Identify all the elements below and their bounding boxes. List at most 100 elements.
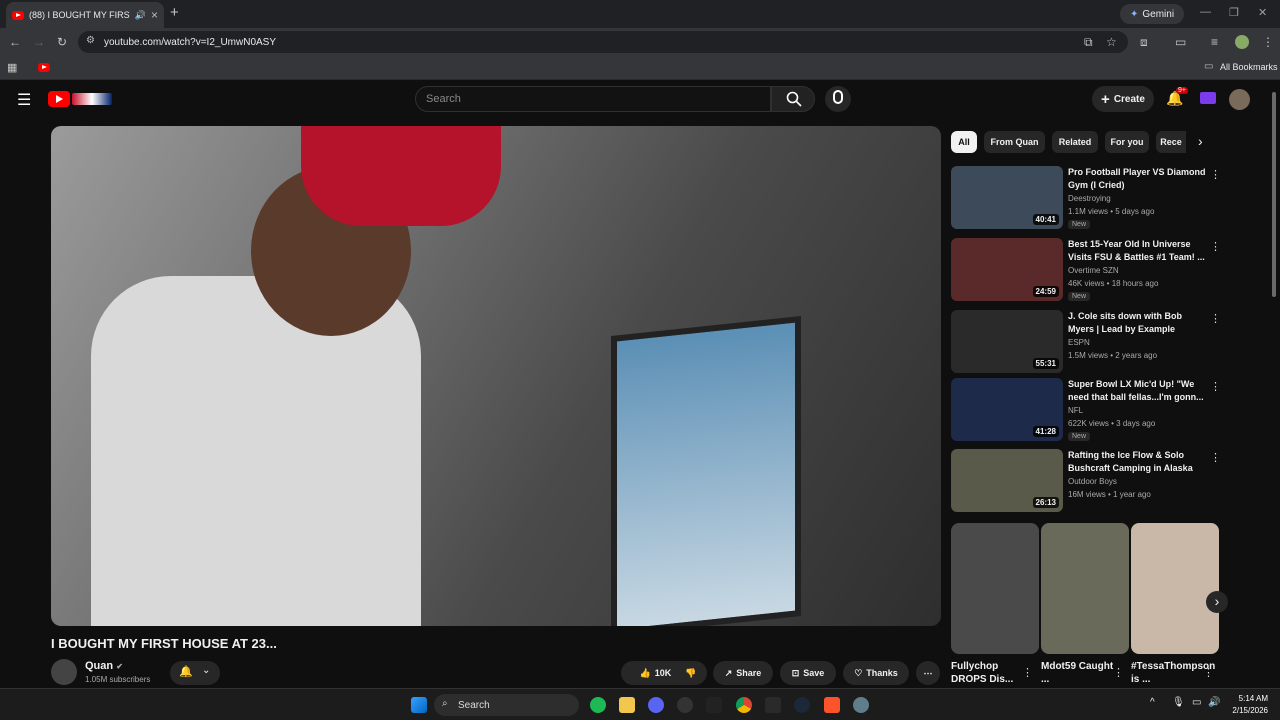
short-thumbnail[interactable]: [1131, 523, 1219, 654]
chevron-right-icon[interactable]: ›: [1198, 133, 1203, 149]
video-thumbnail[interactable]: 26:13: [951, 449, 1063, 512]
search-button[interactable]: [771, 86, 815, 112]
rec-channel[interactable]: Outdoor Boys: [1068, 477, 1117, 486]
recommendation-item[interactable]: 26:13 Rafting the Ice Flow & Solo Bushcr…: [951, 449, 1221, 515]
tray-chevron-icon[interactable]: ^: [1150, 697, 1155, 708]
rec-title[interactable]: Rafting the Ice Flow & Solo Bushcraft Ca…: [1068, 449, 1206, 475]
profile-avatar-icon[interactable]: [1235, 35, 1249, 49]
rec-channel[interactable]: Overtime SZN: [1068, 266, 1119, 275]
minimize-icon[interactable]: —: [1200, 6, 1211, 18]
rec-title[interactable]: Pro Football Player VS Diamond Gym (I Cr…: [1068, 166, 1206, 192]
discord-icon[interactable]: [648, 697, 664, 713]
recommendation-item[interactable]: 41:28 Super Bowl LX Mic'd Up! "We need t…: [951, 378, 1221, 444]
shorts-next-icon[interactable]: ›: [1206, 591, 1228, 613]
youtube-bookmark-icon[interactable]: [38, 63, 50, 72]
rec-channel[interactable]: NFL: [1068, 406, 1083, 415]
account-avatar[interactable]: [1229, 89, 1250, 110]
more-actions-button[interactable]: ⋯: [916, 661, 940, 685]
video-thumbnail[interactable]: 24:59: [951, 238, 1063, 301]
more-vertical-icon[interactable]: ⋮: [1210, 312, 1221, 325]
all-bookmarks-link[interactable]: All Bookmarks: [1220, 62, 1278, 72]
live-icon[interactable]: [1200, 92, 1216, 104]
rec-title[interactable]: Super Bowl LX Mic'd Up! "We need that ba…: [1068, 378, 1206, 404]
rec-title[interactable]: Best 15-Year Old In Universe Visits FSU …: [1068, 238, 1206, 264]
rec-channel[interactable]: Deestroying: [1068, 194, 1111, 203]
hamburger-menu-icon[interactable]: ☰: [17, 90, 31, 110]
tab-audio-icon[interactable]: 🔊: [135, 10, 146, 21]
recommendation-item[interactable]: 55:31 J. Cole sits down with Bob Myers |…: [951, 310, 1221, 376]
more-vertical-icon[interactable]: ⋮: [1210, 240, 1221, 253]
maximize-icon[interactable]: ❐: [1229, 6, 1239, 19]
channel-name[interactable]: Quan ✔: [85, 660, 123, 672]
save-button[interactable]: ⊡ Save: [780, 661, 836, 685]
reload-icon[interactable]: ↻: [57, 35, 67, 49]
voice-search-button[interactable]: [825, 86, 851, 112]
rec-channel[interactable]: ESPN: [1068, 338, 1090, 347]
forward-icon[interactable]: →: [33, 35, 45, 49]
chip-from-quan[interactable]: From Quan: [984, 131, 1045, 153]
close-window-icon[interactable]: ✕: [1258, 6, 1267, 19]
subscribed-bell-button[interactable]: 🔔 ⌄: [170, 661, 220, 685]
create-button[interactable]: + Create: [1092, 86, 1154, 112]
windows-start-icon[interactable]: [411, 697, 427, 713]
chip-recent[interactable]: Rece: [1156, 131, 1186, 153]
network-icon[interactable]: ▭: [1192, 697, 1201, 708]
chip-all[interactable]: All: [951, 131, 977, 153]
system-clock[interactable]: 5:14 AM 2/15/2026: [1224, 693, 1268, 717]
taskbar-search[interactable]: ⌕ Search: [434, 694, 579, 716]
volume-icon[interactable]: 🔊: [1208, 697, 1220, 708]
chrome-icon[interactable]: [736, 697, 752, 713]
like-button[interactable]: 👍 10K: [632, 668, 672, 679]
short-title[interactable]: #TessaThompson is ...: [1131, 660, 1215, 686]
more-vertical-icon[interactable]: ⋮: [1210, 451, 1221, 464]
more-vertical-icon[interactable]: ⋮: [1210, 380, 1221, 393]
video-thumbnail[interactable]: 55:31: [951, 310, 1063, 373]
chrome-menu-icon[interactable]: ⋮: [1262, 35, 1274, 49]
channel-avatar[interactable]: [51, 659, 77, 685]
search-input[interactable]: Search: [415, 86, 771, 112]
thanks-button[interactable]: ♡ Thanks: [843, 661, 909, 685]
apps-icon[interactable]: ▦: [7, 61, 17, 75]
bookmark-star-icon[interactable]: ☆: [1106, 35, 1117, 49]
video-player[interactable]: [51, 126, 941, 626]
chip-for-you[interactable]: For you: [1105, 131, 1149, 153]
dislike-button[interactable]: 👎: [685, 668, 696, 679]
gemini-button[interactable]: ✦ Gemini: [1120, 4, 1185, 24]
more-vertical-icon[interactable]: ⋮: [1203, 666, 1214, 679]
notifications-button[interactable]: 🔔 9+: [1166, 87, 1188, 110]
rec-title[interactable]: J. Cole sits down with Bob Myers | Lead …: [1068, 310, 1206, 336]
site-info-icon[interactable]: ⚙: [86, 35, 95, 46]
steam-icon[interactable]: [794, 697, 810, 713]
recommendation-item[interactable]: 40:41 Pro Football Player VS Diamond Gym…: [951, 166, 1221, 232]
brave-icon[interactable]: [824, 697, 840, 713]
epic-games-icon[interactable]: [706, 697, 722, 713]
mic-tray-icon[interactable]: 🎙: [1172, 697, 1185, 708]
more-vertical-icon[interactable]: ⋮: [1113, 666, 1124, 679]
address-bar[interactable]: ⚙ youtube.com/watch?v=I2_UmwN0ASY: [78, 31, 1128, 53]
more-vertical-icon[interactable]: ⋮: [1210, 168, 1221, 181]
settings-gear-icon[interactable]: [853, 697, 869, 713]
recommendation-item[interactable]: 24:59 Best 15-Year Old In Universe Visit…: [951, 238, 1221, 304]
github-icon[interactable]: [677, 697, 693, 713]
extensions-icon[interactable]: ⧈: [1140, 35, 1148, 49]
tab-close-icon[interactable]: ×: [151, 8, 158, 22]
short-thumbnail[interactable]: [951, 523, 1039, 654]
app-icon[interactable]: [765, 697, 781, 713]
reading-list-icon[interactable]: ≡: [1211, 35, 1218, 49]
browser-tab[interactable]: (88) I BOUGHT MY FIRST HOUSE AT 23... 🔊 …: [6, 2, 164, 28]
chip-related[interactable]: Related: [1052, 131, 1098, 153]
file-explorer-icon[interactable]: [619, 697, 635, 713]
more-vertical-icon[interactable]: ⋮: [1022, 666, 1033, 679]
youtube-logo[interactable]: [48, 91, 114, 107]
install-icon[interactable]: ⧉: [1084, 35, 1093, 49]
video-thumbnail[interactable]: 41:28: [951, 378, 1063, 441]
spotify-icon[interactable]: [590, 697, 606, 713]
share-button[interactable]: ↗ Share: [713, 661, 773, 685]
new-tab-button[interactable]: +: [170, 4, 179, 21]
short-title[interactable]: Fullychop DROPS Dis...: [951, 660, 1027, 686]
scrollbar[interactable]: [1272, 92, 1276, 297]
video-thumbnail[interactable]: 40:41: [951, 166, 1063, 229]
back-icon[interactable]: ←: [9, 35, 21, 49]
sidebar-icon[interactable]: ▭: [1175, 35, 1186, 49]
short-thumbnail[interactable]: [1041, 523, 1129, 654]
